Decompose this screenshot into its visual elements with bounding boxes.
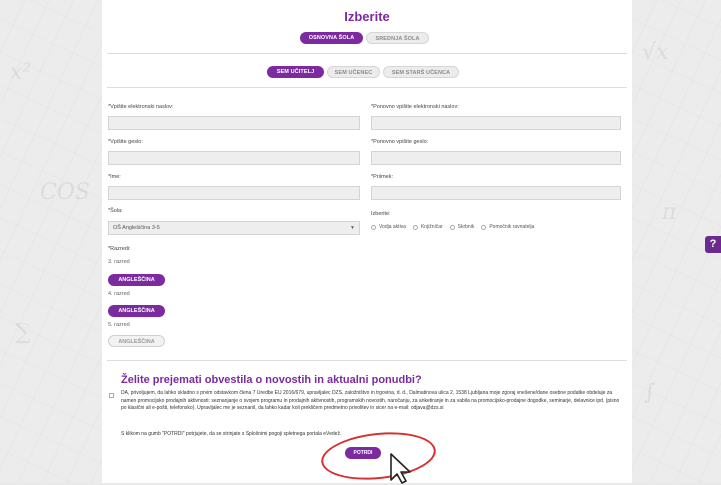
extra-role-options: Vodja aktiva Knjižničar Skrbnik Pomočnik… <box>371 224 541 230</box>
first-name-label: *Ime: <box>108 174 121 180</box>
grade-3-english-button[interactable]: ANGLEŠČINA <box>108 274 165 286</box>
terms-text: S klikom na gumb "POTRDI" potrjujete, da… <box>121 431 342 437</box>
mouse-pointer-icon <box>390 453 411 484</box>
last-name-input[interactable] <box>371 186 621 200</box>
radio-icon[interactable] <box>412 224 418 230</box>
email-label: *Vpišite elektronski naslov: <box>108 104 174 110</box>
school-select[interactable]: OŠ Anglešičina 3-5 ▼ <box>108 221 360 235</box>
consent-text: DA, privoljujem, da lahko skladno s prvi… <box>121 390 620 412</box>
grade-4-label: 4. razred <box>108 291 130 297</box>
divider <box>107 53 627 54</box>
radio-icon[interactable] <box>449 224 455 230</box>
grades-label: *Razredi: <box>108 246 131 252</box>
radio-icon[interactable] <box>481 224 487 230</box>
last-name-label: *Priimek: <box>371 174 394 180</box>
student-role-button[interactable]: SEM UČENEC <box>327 66 380 78</box>
registration-panel: Izberite OSNOVNA ŠOLA SREDNJA ŠOLA SEM U… <box>102 0 632 485</box>
password-confirm-input[interactable] <box>371 151 621 165</box>
first-name-input[interactable] <box>108 186 360 200</box>
secondary-school-button[interactable]: SREDNJA ŠOLA <box>366 32 429 44</box>
email-input[interactable] <box>108 116 360 130</box>
grade-5-english-button[interactable]: ANGLEŠČINA <box>108 335 165 347</box>
page-title: Izberite <box>344 9 390 24</box>
divider <box>107 360 627 361</box>
chevron-down-icon: ▼ <box>350 225 355 231</box>
option-librarian[interactable]: Knjižničar <box>412 224 443 230</box>
password-confirm-label: *Ponovno vpišite geslo: <box>371 139 429 145</box>
grade-4-english-button[interactable]: ANGLEŠČINA <box>108 305 165 317</box>
school-select-value: OŠ Anglešičina 3-5 <box>113 225 160 231</box>
help-button[interactable]: ? <box>705 236 721 253</box>
background-left: x² COS ∑ <box>0 0 102 483</box>
newsletter-title: Želite prejemati obvestila o novostih in… <box>121 374 422 386</box>
teacher-role-button[interactable]: SEM UČITELJ <box>267 66 324 78</box>
school-label: *Šola: <box>108 208 123 214</box>
option-admin[interactable]: Skrbnik <box>449 224 474 230</box>
radio-icon[interactable] <box>371 224 376 230</box>
choose-label: Izberite: <box>371 211 391 217</box>
password-input[interactable] <box>108 151 360 165</box>
email-confirm-label: *Ponovno vpišite elektronski naslov: <box>371 104 459 110</box>
divider <box>107 87 627 88</box>
email-confirm-input[interactable] <box>371 116 621 130</box>
grade-5-label: 5. razred <box>108 322 130 328</box>
grade-3-label: 3. razred <box>108 259 130 265</box>
option-assistant-principal[interactable]: Pomočnik ravnatelja <box>481 224 534 230</box>
primary-school-button[interactable]: OSNOVNA ŠOLA <box>300 32 363 44</box>
newsletter-consent-checkbox[interactable] <box>109 393 114 398</box>
parent-role-button[interactable]: SEM STARŠ UČENCA <box>383 66 459 78</box>
password-label: *Vpišite geslo: <box>108 139 143 145</box>
option-team-lead[interactable]: Vodja aktiva <box>371 224 406 230</box>
